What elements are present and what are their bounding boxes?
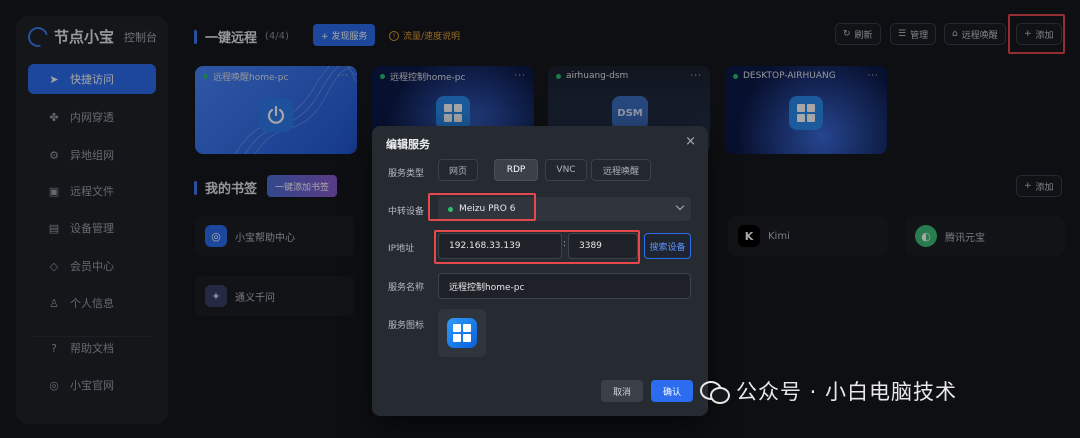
- service-type-label: 服务类型: [388, 169, 425, 179]
- search-device-button[interactable]: 搜索设备: [644, 233, 691, 259]
- service-icon-label: 服务图标: [388, 321, 425, 331]
- watermark-text: 公众号 · 小白电脑技术: [736, 380, 958, 404]
- ip-highlight: [434, 230, 640, 264]
- watermark: 公众号 · 小白电脑技术: [700, 376, 957, 406]
- windows-icon: [447, 318, 477, 348]
- close-icon[interactable]: ×: [685, 134, 696, 149]
- service-icon-picker[interactable]: [438, 309, 486, 357]
- ip-address-label: IP地址: [388, 244, 415, 254]
- type-option-wake[interactable]: 远程唤醒: [591, 159, 651, 181]
- relay-device-label: 中转设备: [388, 207, 425, 217]
- wechat-icon: [700, 379, 730, 404]
- relay-highlight: [428, 193, 536, 221]
- service-name-input[interactable]: 远程控制home-pc: [438, 273, 691, 299]
- type-option-rdp[interactable]: RDP: [494, 159, 538, 181]
- dialog-title: 编辑服务: [386, 138, 430, 151]
- chevron-down-icon: [675, 201, 685, 211]
- service-name-label: 服务名称: [388, 283, 425, 293]
- type-option-web[interactable]: 网页: [438, 159, 478, 181]
- type-option-vnc[interactable]: VNC: [545, 159, 587, 181]
- cancel-button[interactable]: 取消: [601, 380, 643, 402]
- edit-service-dialog: 编辑服务 × 服务类型 网页 RDP VNC 远程唤醒 中转设备 Meizu P…: [372, 126, 708, 416]
- confirm-button[interactable]: 确认: [651, 380, 693, 402]
